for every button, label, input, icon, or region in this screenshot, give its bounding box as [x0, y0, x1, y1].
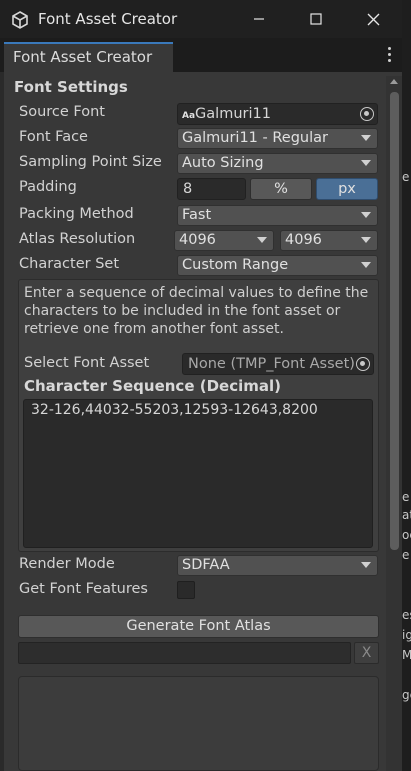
chevron-down-icon: [361, 160, 371, 166]
sampling-point-size-dropdown[interactable]: Auto Sizing: [177, 153, 378, 174]
source-font-value: Galmuri11: [195, 106, 271, 122]
peek-text: ge: [402, 688, 411, 702]
chevron-down-icon: [257, 237, 267, 243]
font-face-label: Font Face: [19, 129, 88, 145]
packing-method-label: Packing Method: [19, 206, 134, 222]
atlas-height-value: 4096: [285, 232, 322, 248]
get-font-features-label: Get Font Features: [19, 581, 148, 597]
scroll-up-icon[interactable]: [390, 79, 398, 84]
atlas-preview-box: [18, 676, 379, 771]
render-mode-label: Render Mode: [19, 556, 115, 572]
character-sequence-textarea[interactable]: [23, 399, 373, 548]
close-icon: [367, 13, 379, 25]
help-text: Enter a sequence of decimal values to de…: [24, 285, 369, 337]
more-options-icon[interactable]: [382, 44, 396, 64]
atlas-height-dropdown[interactable]: 4096: [280, 230, 378, 251]
object-picker-icon[interactable]: [360, 107, 374, 121]
maximize-button[interactable]: [287, 0, 345, 38]
clear-button[interactable]: X: [354, 642, 379, 664]
peek-text: e: [402, 490, 410, 504]
padding-input[interactable]: 8: [177, 178, 246, 200]
sampling-point-size-label: Sampling Point Size: [19, 154, 162, 170]
minimize-icon: [254, 18, 264, 20]
peek-text: e: [402, 548, 410, 562]
character-sequence-value: 32-126,44032-55203,12593-12643,8200: [31, 402, 318, 418]
get-font-features-checkbox[interactable]: [177, 581, 195, 599]
padding-label: Padding: [19, 179, 77, 195]
source-font-field[interactable]: AaGalmuri11: [177, 103, 378, 125]
scrollbar-thumb[interactable]: [390, 92, 399, 550]
source-font-label: Source Font: [19, 104, 105, 120]
select-font-asset-label: Select Font Asset: [24, 355, 150, 371]
object-picker-icon[interactable]: [356, 357, 370, 371]
chevron-down-icon: [361, 262, 371, 268]
padding-percent-button[interactable]: %: [250, 178, 312, 200]
atlas-resolution-label: Atlas Resolution: [19, 231, 136, 247]
sampling-point-size-value: Auto Sizing: [182, 155, 264, 171]
chevron-down-icon: [361, 135, 371, 141]
chevron-down-icon: [361, 237, 371, 243]
select-font-asset-field[interactable]: None (TMP_Font Asset): [182, 353, 374, 375]
character-set-value: Custom Range: [182, 257, 289, 273]
atlas-width-value: 4096: [179, 232, 216, 248]
generate-font-atlas-button[interactable]: Generate Font Atlas: [18, 615, 379, 638]
peek-text: at: [402, 508, 411, 522]
unity-cube-icon: [12, 11, 28, 29]
chevron-down-icon: [361, 212, 371, 218]
window-title: Font Asset Creator: [38, 10, 178, 28]
chevron-down-icon: [361, 562, 371, 568]
render-mode-dropdown[interactable]: SDFAA: [177, 555, 378, 576]
peek-text: Mo: [402, 648, 411, 662]
render-mode-value: SDFAA: [182, 557, 230, 573]
peek-text: oe: [402, 528, 411, 542]
character-set-label: Character Set: [19, 256, 120, 272]
close-window-button[interactable]: [344, 0, 402, 38]
peek-text: e: [402, 170, 410, 184]
character-sequence-title: Character Sequence (Decimal): [24, 377, 281, 395]
character-set-dropdown[interactable]: Custom Range: [177, 255, 378, 276]
font-face-dropdown[interactable]: Galmuri11 - Regular: [177, 128, 378, 149]
packing-method-dropdown[interactable]: Fast: [177, 205, 378, 226]
maximize-icon: [310, 13, 322, 25]
packing-method-value: Fast: [182, 207, 212, 223]
minimize-button[interactable]: [230, 0, 288, 38]
section-title: Font Settings: [14, 78, 128, 96]
font-asset-icon: Aa: [182, 111, 196, 121]
peek-text: es: [402, 608, 411, 622]
progress-bar: [18, 642, 351, 664]
peek-text: ig: [402, 628, 411, 642]
padding-px-button[interactable]: px: [316, 178, 378, 200]
select-font-asset-value: None (TMP_Font Asset): [188, 356, 355, 372]
tab-label: Font Asset Creator: [13, 48, 153, 66]
atlas-width-dropdown[interactable]: 4096: [174, 230, 274, 251]
font-face-value: Galmuri11 - Regular: [182, 130, 328, 146]
